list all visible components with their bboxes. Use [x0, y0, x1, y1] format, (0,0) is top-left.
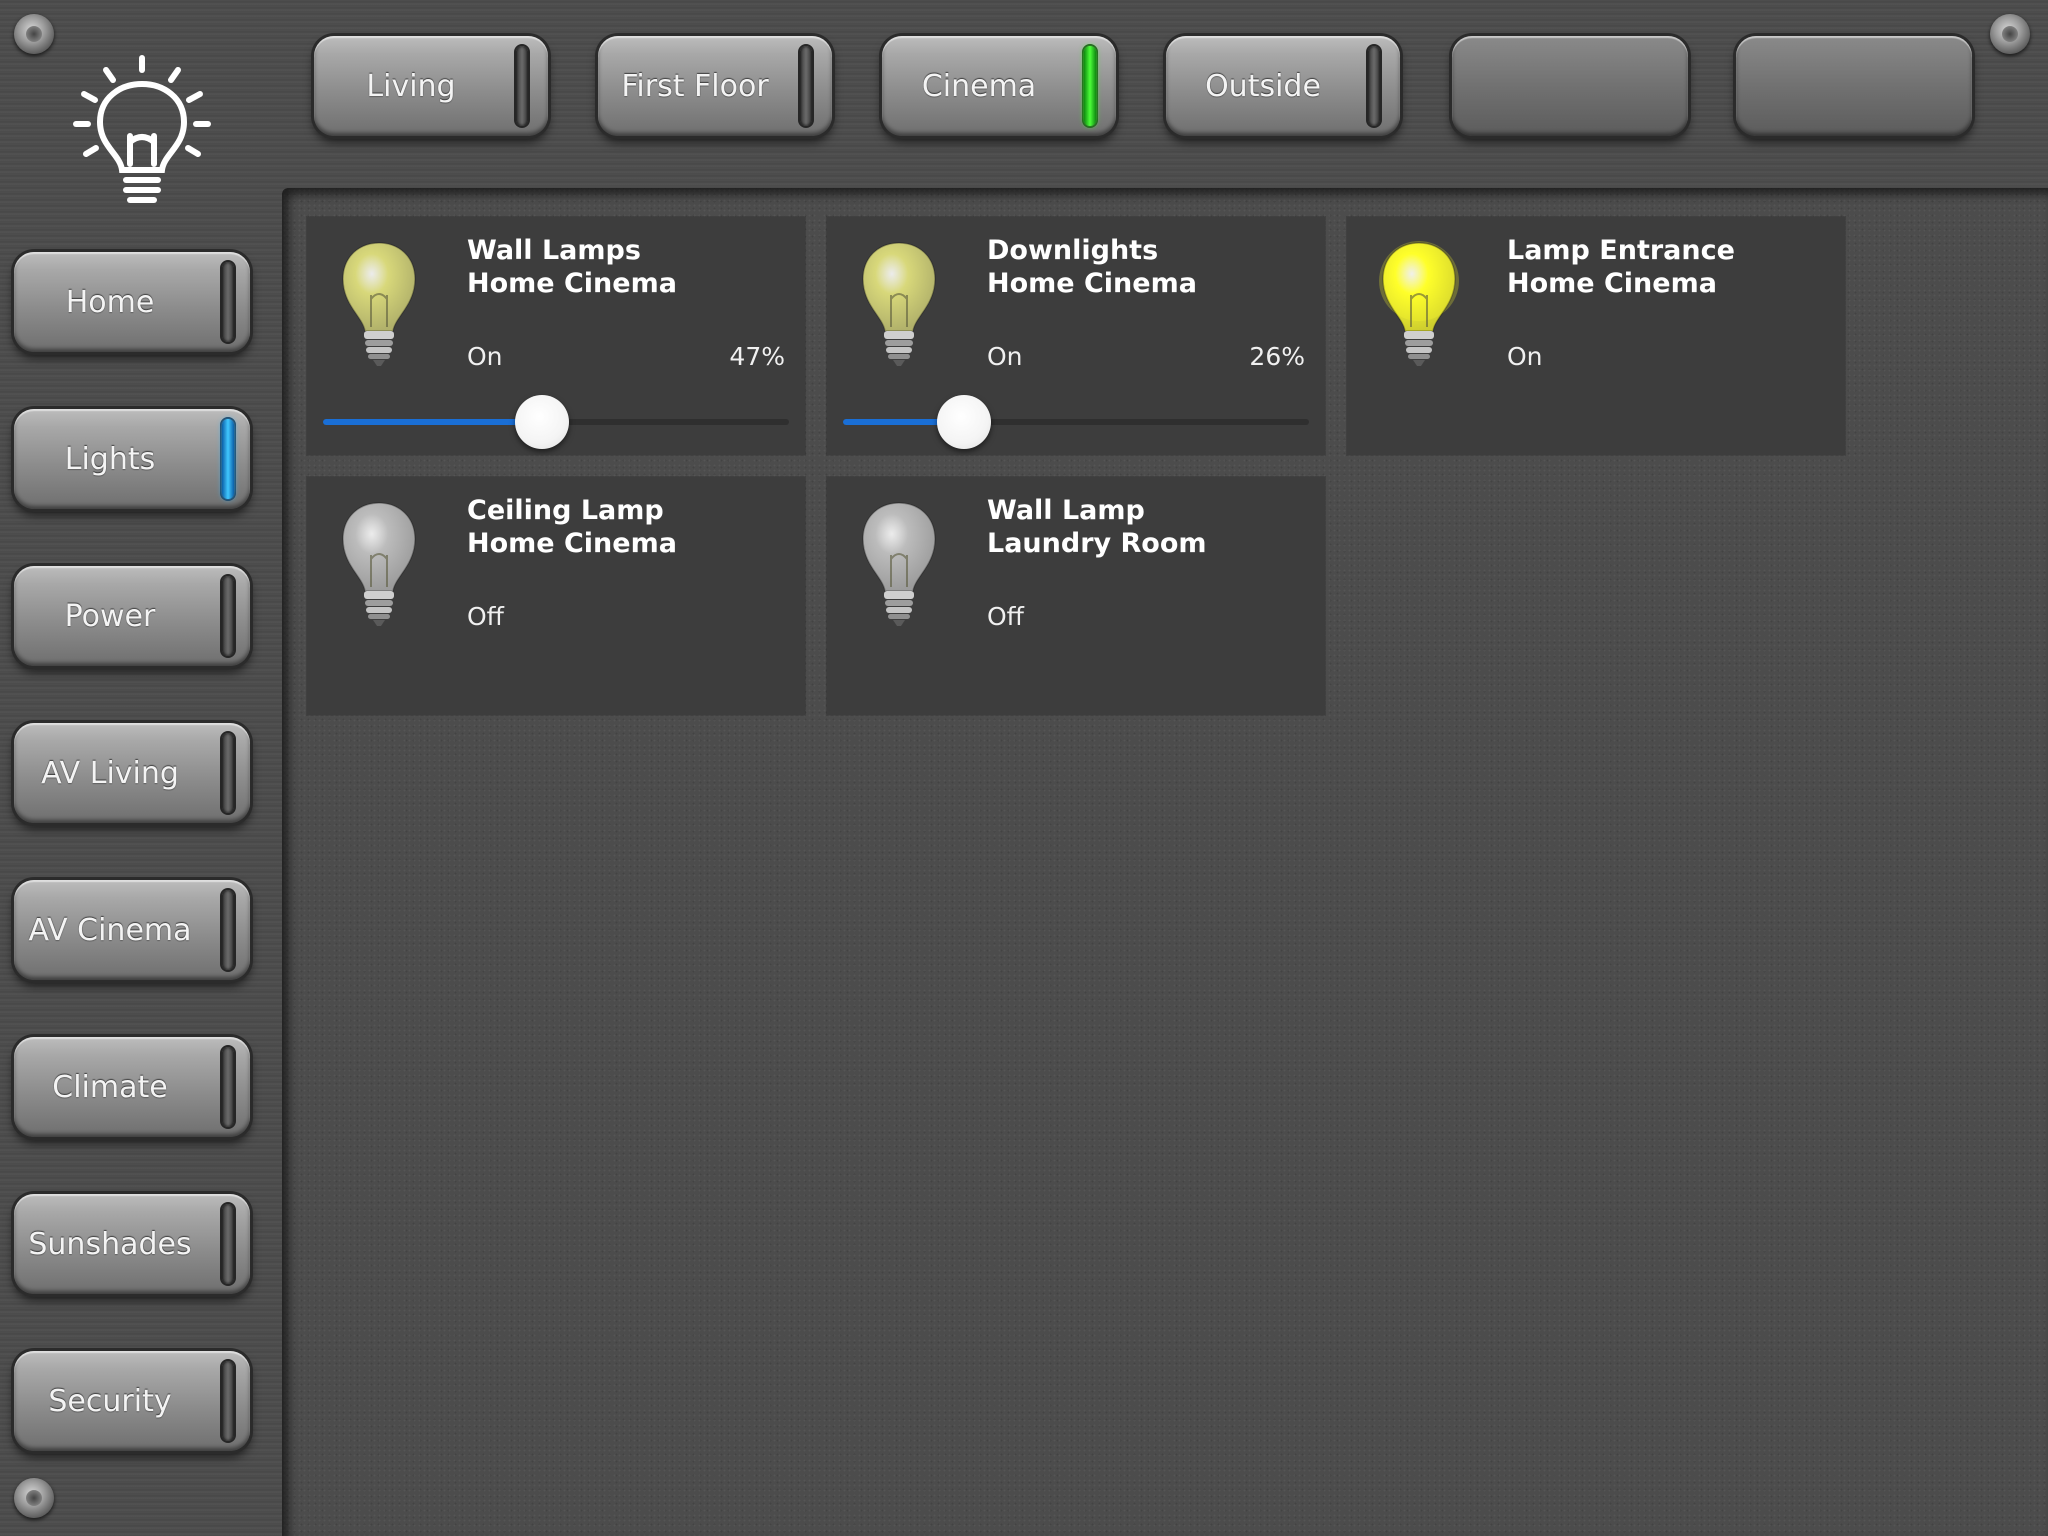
sidebar-indicator [222, 576, 234, 656]
lightbulb-icon [862, 502, 936, 626]
tab-cinema[interactable]: Cinema [882, 36, 1116, 136]
dimmer-slider[interactable] [323, 395, 789, 449]
screw-icon [14, 1478, 54, 1518]
sidebar-indicator [222, 1361, 234, 1441]
light-name: Wall Lamp [987, 495, 1145, 526]
light-room: Home Cinema [467, 528, 677, 559]
screw-icon [14, 14, 54, 54]
tab-label: Outside [1205, 68, 1321, 104]
tab-indicator-active [1084, 46, 1096, 126]
sidebar-item-security[interactable]: Security [14, 1351, 250, 1451]
light-state: Off [987, 602, 1024, 631]
light-state: Off [467, 602, 504, 631]
light-state: On [1507, 342, 1543, 371]
sidebar-indicator [222, 890, 234, 970]
sidebar-indicator-active [222, 419, 234, 499]
tab-indicator [800, 46, 812, 126]
slider-knob[interactable] [937, 395, 992, 449]
light-level: 26% [1249, 342, 1305, 371]
lightbulb-logo-icon [73, 55, 211, 203]
light-card-wall-lamps[interactable]: Wall Lamps Home Cinema On 47% [307, 217, 805, 455]
lightbulb-icon [862, 242, 936, 366]
screw-icon [1990, 14, 2030, 54]
slider-fill [323, 419, 543, 425]
light-card-ceiling-lamp[interactable]: Ceiling Lamp Home Cinema Off [307, 477, 805, 715]
tab-living[interactable]: Living [314, 36, 548, 136]
sidebar-item-label: AV Living [41, 755, 179, 791]
tab-indicator [1368, 46, 1380, 126]
light-room: Home Cinema [1507, 268, 1717, 299]
lightbulb-icon [342, 502, 416, 626]
sidebar-item-home[interactable]: Home [14, 252, 250, 352]
sidebar-item-sunshades[interactable]: Sunshades [14, 1194, 250, 1294]
light-name: Lamp Entrance [1507, 235, 1735, 266]
sidebar-item-lights[interactable]: Lights [14, 409, 250, 509]
sidebar-item-label: Security [48, 1383, 172, 1419]
light-name: Downlights [987, 235, 1159, 266]
sidebar-item-label: Lights [64, 441, 156, 477]
light-level: 47% [729, 342, 785, 371]
light-state: On [467, 342, 503, 371]
sidebar-indicator [222, 733, 234, 813]
lights-panel: Wall Lamps Home Cinema On 47% Downlights… [282, 188, 2048, 1536]
light-name: Ceiling Lamp [467, 495, 664, 526]
light-name: Wall Lamps [467, 235, 641, 266]
tab-empty-2[interactable] [1736, 36, 1972, 136]
light-card-downlights[interactable]: Downlights Home Cinema On 26% [827, 217, 1325, 455]
sidebar-indicator [222, 1047, 234, 1127]
tab-empty-1[interactable] [1452, 36, 1688, 136]
tab-first-floor[interactable]: First Floor [598, 36, 832, 136]
sidebar-indicator [222, 262, 234, 342]
tab-indicator [516, 46, 528, 126]
sidebar-item-label: Climate [52, 1069, 168, 1105]
light-room: Home Cinema [467, 268, 677, 299]
light-card-wall-lamp-laundry[interactable]: Wall Lamp Laundry Room Off [827, 477, 1325, 715]
tab-label: Living [366, 68, 456, 104]
lightbulb-icon [1379, 241, 1459, 366]
slider-knob[interactable] [515, 395, 570, 449]
tab-label: First Floor [621, 68, 769, 104]
sidebar-item-av-living[interactable]: AV Living [14, 723, 250, 823]
sidebar-item-label: Power [64, 598, 156, 634]
lightbulb-icon [342, 242, 416, 366]
light-state: On [987, 342, 1023, 371]
light-room: Laundry Room [987, 528, 1207, 559]
tab-outside[interactable]: Outside [1166, 36, 1400, 136]
dimmer-slider[interactable] [843, 395, 1309, 449]
sidebar-item-label: AV Cinema [28, 912, 192, 948]
sidebar-item-av-cinema[interactable]: AV Cinema [14, 880, 250, 980]
sidebar-item-label: Sunshades [28, 1226, 192, 1262]
sidebar-item-power[interactable]: Power [14, 566, 250, 666]
light-room: Home Cinema [987, 268, 1197, 299]
sidebar-item-label: Home [65, 284, 155, 320]
tab-label: Cinema [921, 68, 1037, 104]
sidebar-item-climate[interactable]: Climate [14, 1037, 250, 1137]
light-card-lamp-entrance[interactable]: Lamp Entrance Home Cinema On [1347, 217, 1845, 455]
sidebar-indicator [222, 1204, 234, 1284]
